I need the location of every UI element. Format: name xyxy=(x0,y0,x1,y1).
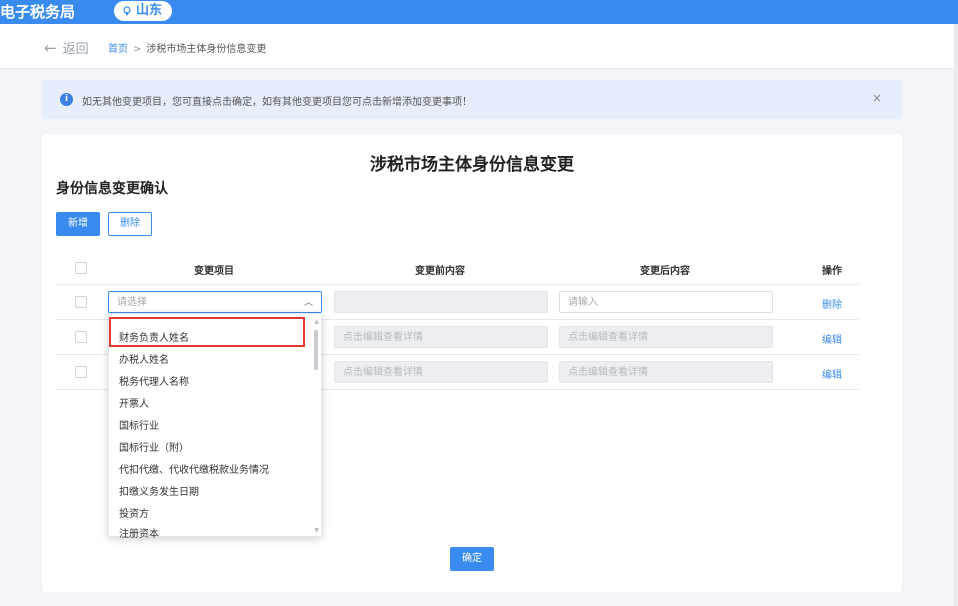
page-title: 涉税市场主体身份信息变更 xyxy=(370,155,574,175)
page-scrollbar[interactable] xyxy=(954,24,958,606)
dropdown-option[interactable]: 扣缴义务发生日期 xyxy=(119,483,199,498)
breadcrumb: 首页 > 涉税市场主体身份信息变更 xyxy=(108,40,266,55)
column-header: 变更前内容 xyxy=(415,266,465,277)
scroll-down-icon[interactable]: ▼ xyxy=(314,527,319,534)
column-header: 变更后内容 xyxy=(640,266,690,277)
region-label: 山东 xyxy=(136,3,163,18)
section-title: 身份信息变更确认 xyxy=(56,181,168,197)
dropdown-option[interactable]: 国标行业 xyxy=(119,417,159,432)
after-content-value: 点击编辑查看详情 xyxy=(568,332,648,343)
dropdown-option[interactable]: 代扣代缴、代收代缴税款业务情况 xyxy=(119,461,269,476)
app-title: 电子税务局 xyxy=(0,3,76,21)
before-content-value: 点击编辑查看详情 xyxy=(343,332,423,343)
after-content-input[interactable]: 请输入 xyxy=(559,291,773,313)
back-button[interactable]: ← 返回 xyxy=(44,38,89,58)
top-bar: 电子税务局 山东 xyxy=(0,0,958,24)
info-icon: i xyxy=(60,93,73,106)
change-item-select[interactable]: 请选择 ︿ xyxy=(108,291,322,313)
dropdown-option[interactable]: 税务代理人名称 xyxy=(119,373,189,388)
row-checkbox[interactable] xyxy=(75,296,87,308)
column-header: 操作 xyxy=(822,266,842,277)
before-content-field: 点击编辑查看详情 xyxy=(334,361,548,383)
region-selector[interactable]: 山东 xyxy=(114,1,173,21)
delete-button[interactable]: 删除 xyxy=(108,212,152,236)
add-button[interactable]: 新增 xyxy=(56,212,100,236)
after-content-field: 点击编辑查看详情 xyxy=(559,326,773,348)
close-icon[interactable]: × xyxy=(872,91,882,105)
breadcrumb-home[interactable]: 首页 xyxy=(108,44,128,55)
dropdown-option[interactable]: 国标行业（附） xyxy=(119,439,189,454)
dropdown-scrollbar[interactable] xyxy=(314,330,318,370)
back-label: 返回 xyxy=(62,42,89,57)
breadcrumb-current: 涉税市场主体身份信息变更 xyxy=(146,44,267,55)
dropdown-option[interactable]: 办税人姓名 xyxy=(119,351,169,366)
select-all-checkbox[interactable] xyxy=(75,262,87,274)
row-checkbox[interactable] xyxy=(75,366,87,378)
alert-text: 如无其他变更项目，您可直接点击确定，如有其他变更项目您可点击新增添加变更事项！ xyxy=(82,97,472,108)
after-content-placeholder: 请输入 xyxy=(568,297,598,308)
scroll-up-icon[interactable]: ▲ xyxy=(314,318,319,325)
arrow-left-icon: ← xyxy=(44,38,57,57)
chevron-up-icon: ︿ xyxy=(303,298,313,308)
before-content-field xyxy=(334,291,548,313)
breadcrumb-bar: ← 返回 首页 > 涉税市场主体身份信息变更 xyxy=(0,24,958,69)
after-content-value: 点击编辑查看详情 xyxy=(568,367,648,378)
edit-row-link[interactable]: 编辑 xyxy=(822,366,842,381)
select-placeholder: 请选择 xyxy=(117,297,147,308)
row-checkbox[interactable] xyxy=(75,331,87,343)
info-alert: i 如无其他变更项目，您可直接点击确定，如有其他变更项目您可点击新增添加变更事项… xyxy=(42,80,902,119)
edit-row-link[interactable]: 编辑 xyxy=(822,331,842,346)
confirm-button[interactable]: 确定 xyxy=(450,547,494,571)
before-content-value: 点击编辑查看详情 xyxy=(343,367,423,378)
table-header: 变更项目 变更前内容 变更后内容 操作 xyxy=(56,252,858,285)
before-content-field: 点击编辑查看详情 xyxy=(334,326,548,348)
dropdown-option[interactable]: 注册资本 xyxy=(119,525,159,540)
dropdown-option[interactable]: 开票人 xyxy=(119,395,149,410)
column-header: 变更项目 xyxy=(194,266,234,277)
location-pin-icon xyxy=(123,6,131,16)
dropdown-option[interactable]: 投资方 xyxy=(119,505,149,520)
change-item-dropdown[interactable]: 财务负责人姓名 办税人姓名 税务代理人名称 开票人 国标行业 国标行业（附） 代… xyxy=(108,313,322,540)
dropdown-option[interactable]: 财务负责人姓名 xyxy=(119,329,189,344)
breadcrumb-separator: > xyxy=(133,44,142,55)
after-content-field: 点击编辑查看详情 xyxy=(559,361,773,383)
delete-row-link[interactable]: 删除 xyxy=(822,296,842,311)
